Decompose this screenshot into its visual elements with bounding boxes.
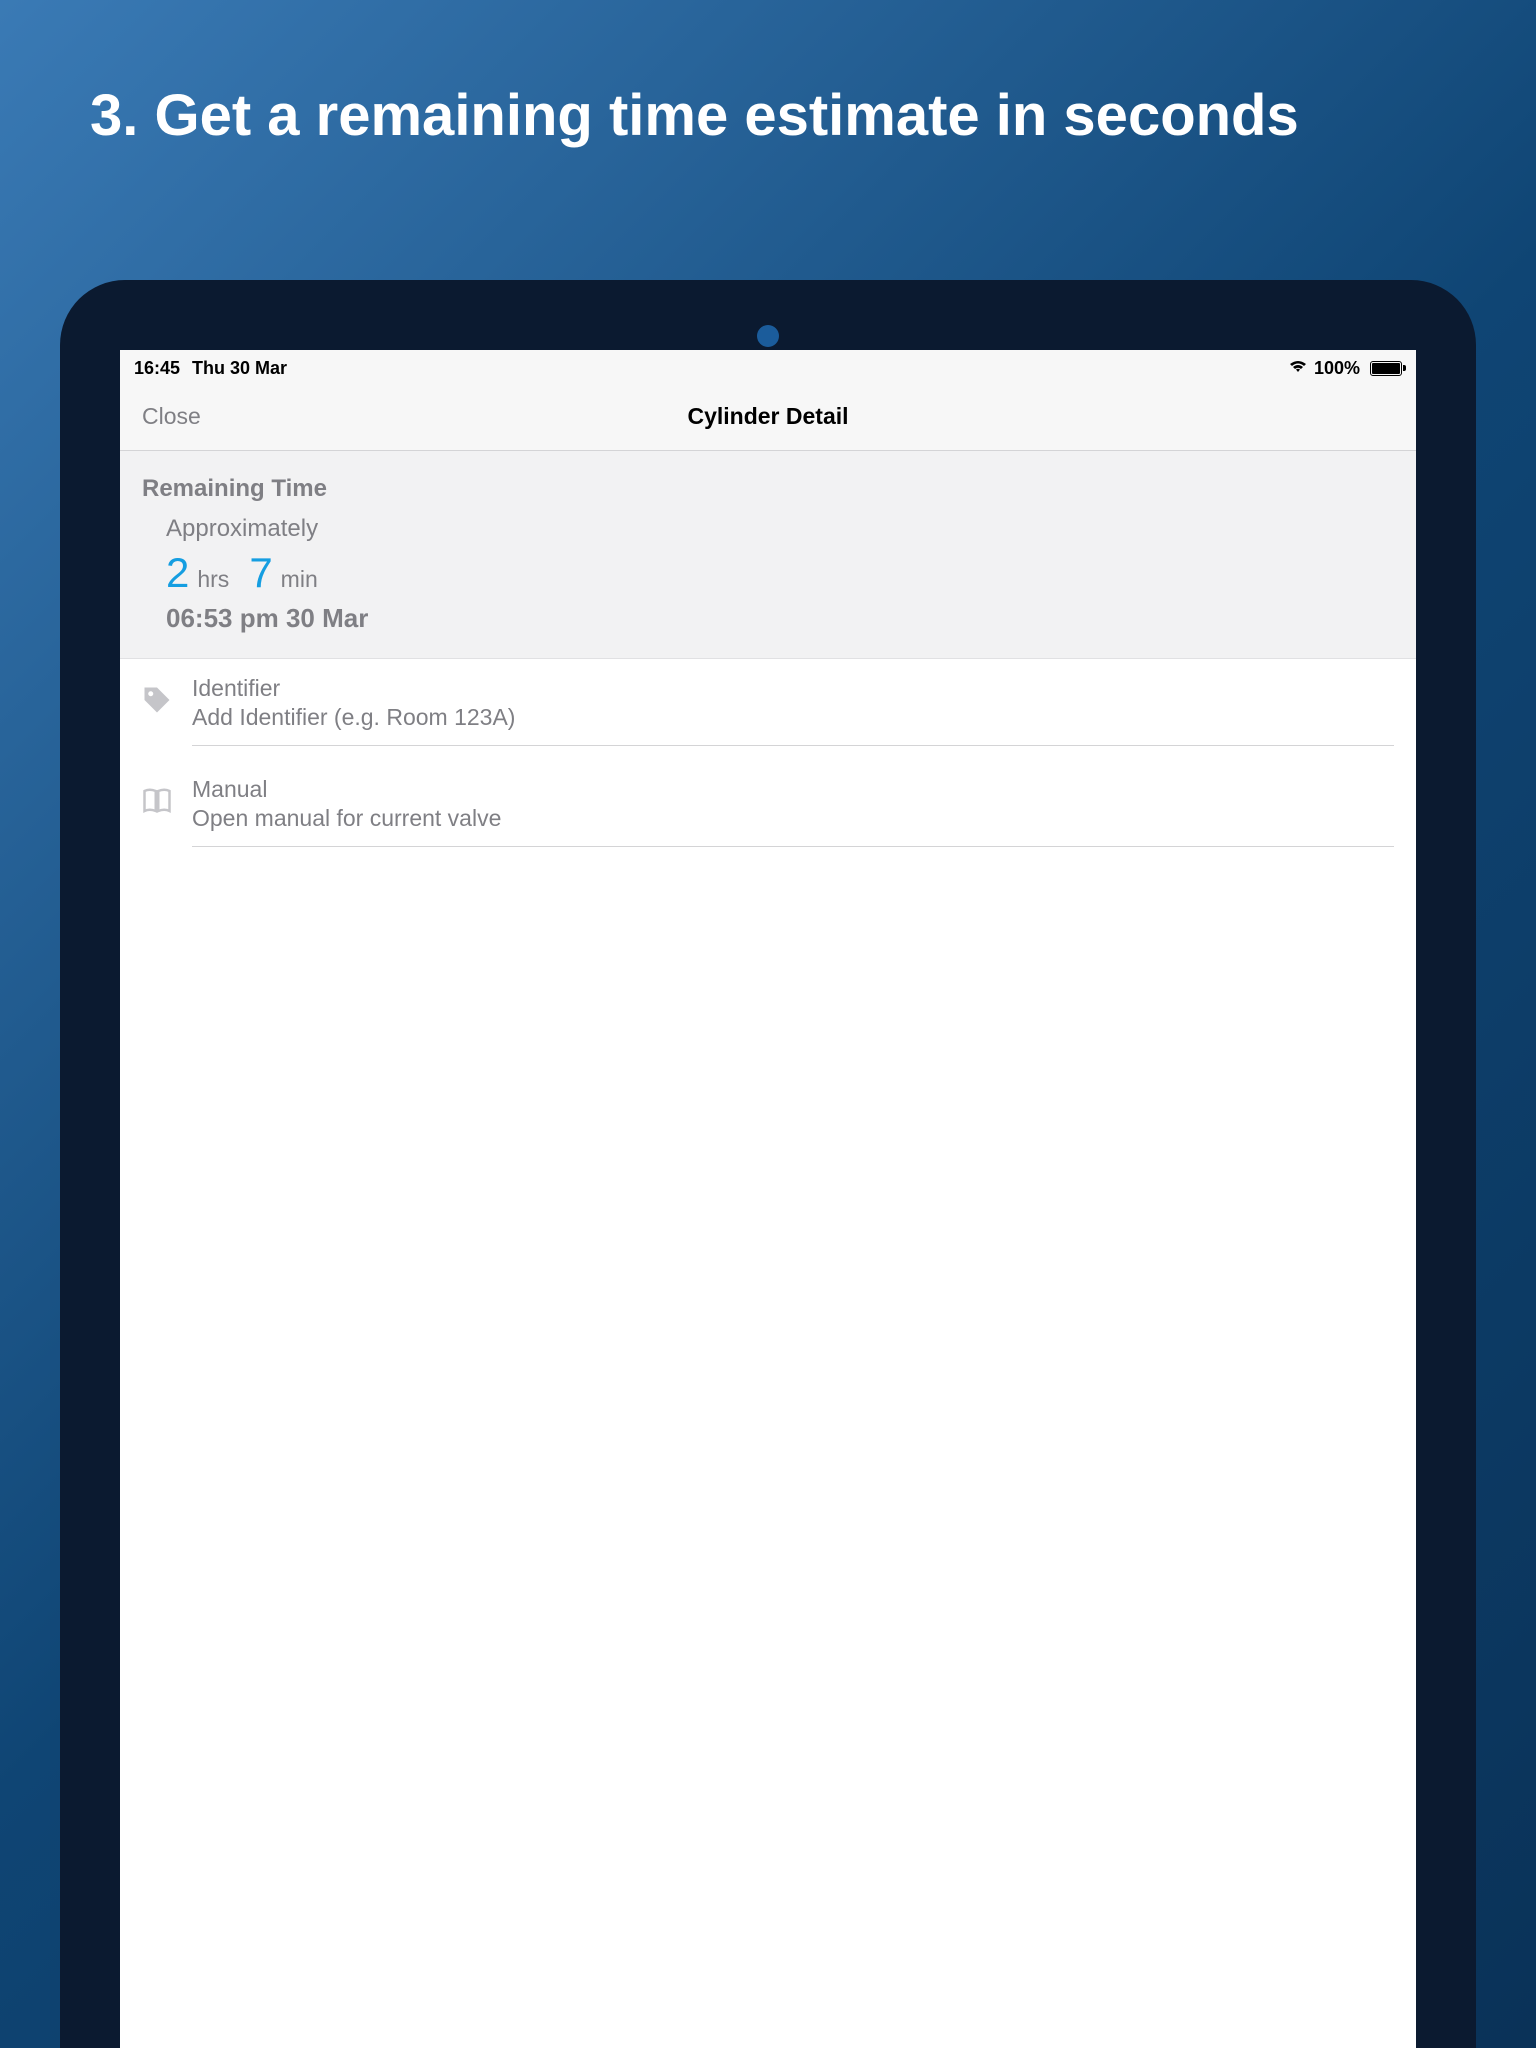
remaining-time-header: Remaining Time [120,451,1416,513]
identifier-subtitle: Add Identifier (e.g. Room 123A) [192,704,1394,731]
book-icon [142,786,172,816]
minutes-value: 7 [249,549,272,597]
status-date: Thu 30 Mar [192,358,287,379]
battery-percent: 100% [1314,358,1360,379]
page-title: Cylinder Detail [687,403,848,430]
status-right: 100% [1288,358,1402,379]
remaining-time-section: Approximately 2 hrs 7 min 06:53 pm 30 Ma… [120,513,1416,659]
identifier-row[interactable]: Identifier Add Identifier (e.g. Room 123… [120,659,1416,760]
approx-label: Approximately [166,515,1394,543]
wifi-icon [1288,358,1308,379]
camera-dot [757,325,779,347]
battery-icon [1370,361,1402,376]
promo-heading: 3. Get a remaining time estimate in seco… [0,0,1536,183]
device-frame: 16:45 Thu 30 Mar 100% Close Cylinder Det… [60,280,1476,2048]
hours-value: 2 [166,549,189,597]
nav-bar: Close Cylinder Detail [120,383,1416,451]
time-value: 2 hrs 7 min [166,549,1394,597]
manual-subtitle: Open manual for current valve [192,805,1394,832]
hours-unit: hrs [197,566,229,593]
status-left: 16:45 Thu 30 Mar [134,358,287,379]
minutes-unit: min [281,566,318,593]
manual-title: Manual [192,776,1394,803]
close-button[interactable]: Close [142,403,201,430]
manual-row[interactable]: Manual Open manual for current valve [120,760,1416,861]
tag-icon [142,685,172,715]
identifier-title: Identifier [192,675,1394,702]
status-bar: 16:45 Thu 30 Mar 100% [120,350,1416,383]
screen: 16:45 Thu 30 Mar 100% Close Cylinder Det… [120,350,1416,2048]
end-time: 06:53 pm 30 Mar [166,603,1394,634]
status-time: 16:45 [134,358,180,379]
section-title: Remaining Time [142,475,1394,503]
